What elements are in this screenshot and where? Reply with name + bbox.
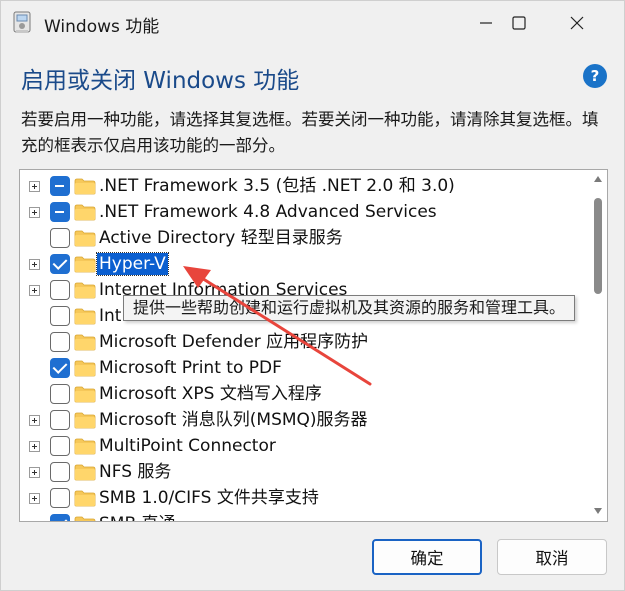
maximize-button[interactable] (491, 1, 547, 45)
windows-features-app-icon (13, 11, 31, 33)
expand-plus-icon[interactable] (29, 493, 40, 504)
feature-checkbox[interactable] (50, 410, 70, 430)
folder-icon (74, 256, 96, 273)
close-button[interactable] (549, 1, 605, 45)
features-tree[interactable]: .NET Framework 3.5 (包括 .NET 2.0 和 3.0) .N… (19, 169, 608, 522)
cancel-button[interactable]: 取消 (497, 539, 607, 575)
feature-label[interactable]: Microsoft Defender 应用程序防护 (99, 331, 368, 353)
folder-icon (74, 204, 96, 221)
feature-row[interactable]: Hyper-V (20, 251, 586, 277)
page-title: 启用或关闭 Windows 功能 (21, 68, 300, 94)
feature-label[interactable]: Microsoft XPS 文档写入程序 (99, 383, 322, 405)
feature-checkbox[interactable] (50, 228, 70, 248)
feature-label[interactable]: Active Directory 轻型目录服务 (99, 227, 343, 249)
description-text: 若要启用一种功能，请选择其复选框。若要关闭一种功能，请清除其复选框。填充的框表示… (21, 110, 599, 155)
feature-label[interactable]: .NET Framework 4.8 Advanced Services (99, 201, 437, 223)
feature-checkbox[interactable] (50, 332, 70, 352)
folder-icon (74, 178, 96, 195)
feature-row[interactable]: .NET Framework 4.8 Advanced Services (20, 199, 586, 225)
folder-icon (74, 360, 96, 377)
feature-label[interactable]: MultiPoint Connector (99, 435, 276, 457)
title-bar[interactable]: Windows 功能 (1, 1, 624, 45)
feature-label[interactable]: Microsoft Print to PDF (99, 357, 282, 379)
feature-checkbox[interactable] (50, 514, 70, 521)
feature-label[interactable]: .NET Framework 3.5 (包括 .NET 2.0 和 3.0) (99, 175, 455, 197)
feature-row[interactable]: Active Directory 轻型目录服务 (20, 225, 586, 251)
folder-icon (74, 412, 96, 429)
feature-tooltip: 提供一些帮助创建和运行虚拟机及其资源的服务和管理工具。 (123, 295, 576, 321)
maximize-icon (512, 16, 526, 30)
ok-button[interactable]: 确定 (372, 539, 482, 575)
expand-plus-icon[interactable] (29, 181, 40, 192)
window-title: Windows 功能 (44, 17, 160, 37)
feature-checkbox[interactable] (50, 488, 70, 508)
folder-icon (74, 230, 96, 247)
feature-row[interactable]: SMB 1.0/CIFS 文件共享支持 (20, 485, 586, 511)
feature-checkbox[interactable] (50, 462, 70, 482)
folder-icon (74, 464, 96, 481)
folder-icon (74, 282, 96, 299)
expand-plus-icon[interactable] (29, 467, 40, 478)
vertical-scrollbar[interactable] (590, 170, 606, 521)
feature-checkbox[interactable] (50, 280, 70, 300)
folder-icon (74, 308, 96, 325)
scroll-up-arrow-icon[interactable] (594, 176, 602, 182)
feature-checkbox[interactable] (50, 436, 70, 456)
feature-row[interactable]: .NET Framework 3.5 (包括 .NET 2.0 和 3.0) (20, 173, 586, 199)
feature-row[interactable]: Microsoft 消息队列(MSMQ)服务器 (20, 407, 586, 433)
feature-row[interactable]: Microsoft Print to PDF (20, 355, 586, 381)
feature-label[interactable]: Int (99, 305, 121, 327)
expand-plus-icon[interactable] (29, 259, 40, 270)
folder-icon (74, 386, 96, 403)
folder-icon (74, 334, 96, 351)
close-icon (570, 16, 584, 30)
feature-label[interactable]: Hyper-V (96, 252, 169, 276)
feature-row[interactable]: MultiPoint Connector (20, 433, 586, 459)
folder-icon (74, 438, 96, 455)
feature-checkbox[interactable] (50, 254, 70, 274)
feature-row[interactable]: SMB 直通 (20, 511, 586, 521)
feature-label[interactable]: NFS 服务 (99, 461, 171, 483)
feature-checkbox[interactable] (50, 306, 70, 326)
feature-row[interactable]: Microsoft Defender 应用程序防护 (20, 329, 586, 355)
expand-plus-icon[interactable] (29, 285, 40, 296)
feature-label[interactable]: SMB 1.0/CIFS 文件共享支持 (99, 487, 319, 509)
windows-features-dialog: Windows 功能 启用或关闭 Windows 功能 ? 若要启用一种功能，请… (0, 0, 625, 591)
feature-checkbox[interactable] (50, 202, 70, 222)
feature-checkbox[interactable] (50, 384, 70, 404)
feature-label[interactable]: Microsoft 消息队列(MSMQ)服务器 (99, 409, 368, 431)
feature-checkbox[interactable] (50, 176, 70, 196)
feature-label[interactable]: SMB 直通 (99, 513, 176, 521)
help-icon[interactable]: ? (583, 64, 607, 88)
expand-plus-icon[interactable] (29, 207, 40, 218)
scrollbar-thumb[interactable] (594, 198, 602, 294)
expand-plus-icon[interactable] (29, 415, 40, 426)
scroll-down-arrow-icon[interactable] (594, 508, 602, 514)
feature-row[interactable]: Microsoft XPS 文档写入程序 (20, 381, 586, 407)
feature-row[interactable]: NFS 服务 (20, 459, 586, 485)
feature-checkbox[interactable] (50, 358, 70, 378)
folder-icon (74, 516, 96, 521)
expand-plus-icon[interactable] (29, 441, 40, 452)
folder-icon (74, 490, 96, 507)
